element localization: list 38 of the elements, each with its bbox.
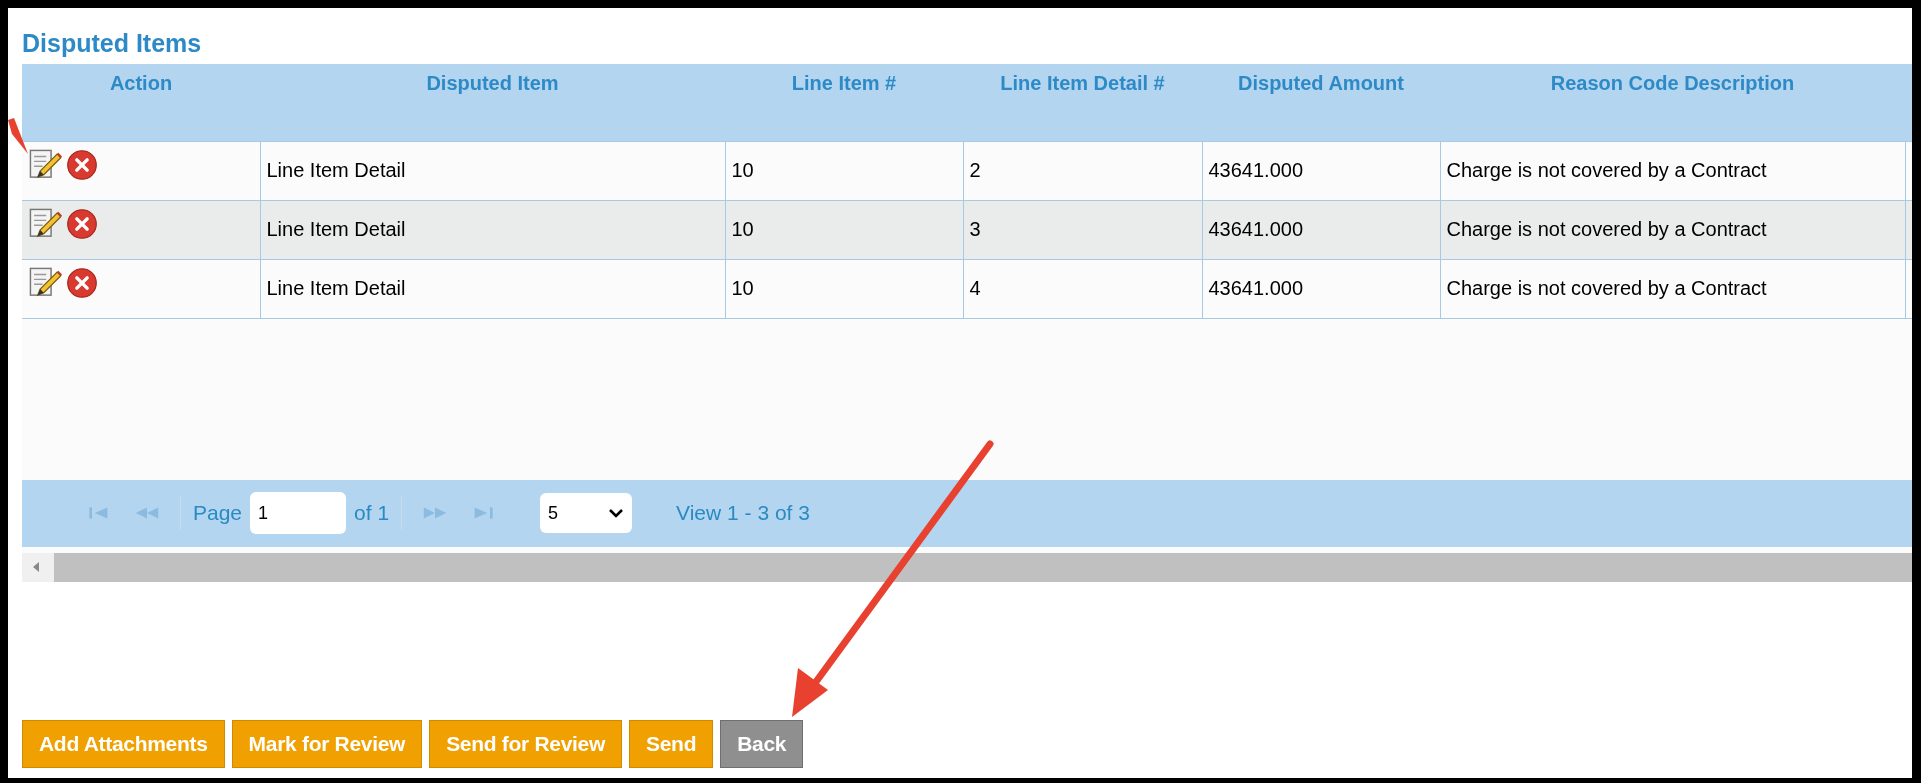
delete-icon[interactable] [66, 266, 98, 299]
action-button[interactable]: Back [720, 720, 804, 768]
table-cell: Line Item Detail [266, 277, 406, 299]
section-title: Disputed Items [22, 28, 203, 59]
record-count: View 1 - 3 of 3 [676, 501, 810, 525]
column-header[interactable]: Line Item # [791, 72, 897, 94]
column-header[interactable]: Line Item Detail # [1000, 72, 1165, 94]
chevron-down-icon [608, 508, 625, 518]
action-button[interactable]: Send [629, 720, 714, 768]
table-cell: 43641.000 [1208, 159, 1304, 181]
column-header[interactable]: Disputed Amount [1238, 72, 1404, 94]
table-cell: 2 [969, 159, 981, 181]
horizontal-scrollbar[interactable] [22, 552, 1912, 582]
action-button[interactable]: Mark for Review [231, 720, 423, 768]
table-cell: 43641.000 [1208, 277, 1304, 299]
table-cell: Line Item Detail [266, 218, 406, 240]
action-button[interactable]: Send for Review [429, 720, 623, 768]
table-cell: 10 [731, 218, 754, 240]
delete-icon[interactable] [66, 207, 98, 240]
scroll-left-icon[interactable] [32, 561, 40, 573]
delete-icon[interactable] [66, 148, 98, 181]
table-cell: Line Item Detail [266, 159, 406, 181]
table-cell: 3 [969, 218, 981, 240]
table-cell: Charge is not covered by a Contract [1446, 159, 1767, 181]
page-label: Page [193, 501, 243, 525]
column-header[interactable]: Disputed Item [426, 72, 559, 94]
table-cell: Charge is not covered by a Contract [1446, 218, 1767, 240]
column-header[interactable]: Action [109, 72, 173, 94]
table-cell: 4 [969, 277, 981, 299]
table-cell: 10 [731, 159, 754, 181]
page-input[interactable]: 1 [250, 492, 347, 534]
page-size-select[interactable]: 5 [540, 493, 633, 533]
table-cell: Charge is not covered by a Contract [1446, 277, 1767, 299]
page-count: of 1 [354, 501, 390, 525]
table-cell: 10 [731, 277, 754, 299]
table-cell: 43641.000 [1208, 218, 1304, 240]
action-button[interactable]: Add Attachments [22, 720, 225, 768]
column-header[interactable]: Reason Code Description [1550, 72, 1795, 94]
